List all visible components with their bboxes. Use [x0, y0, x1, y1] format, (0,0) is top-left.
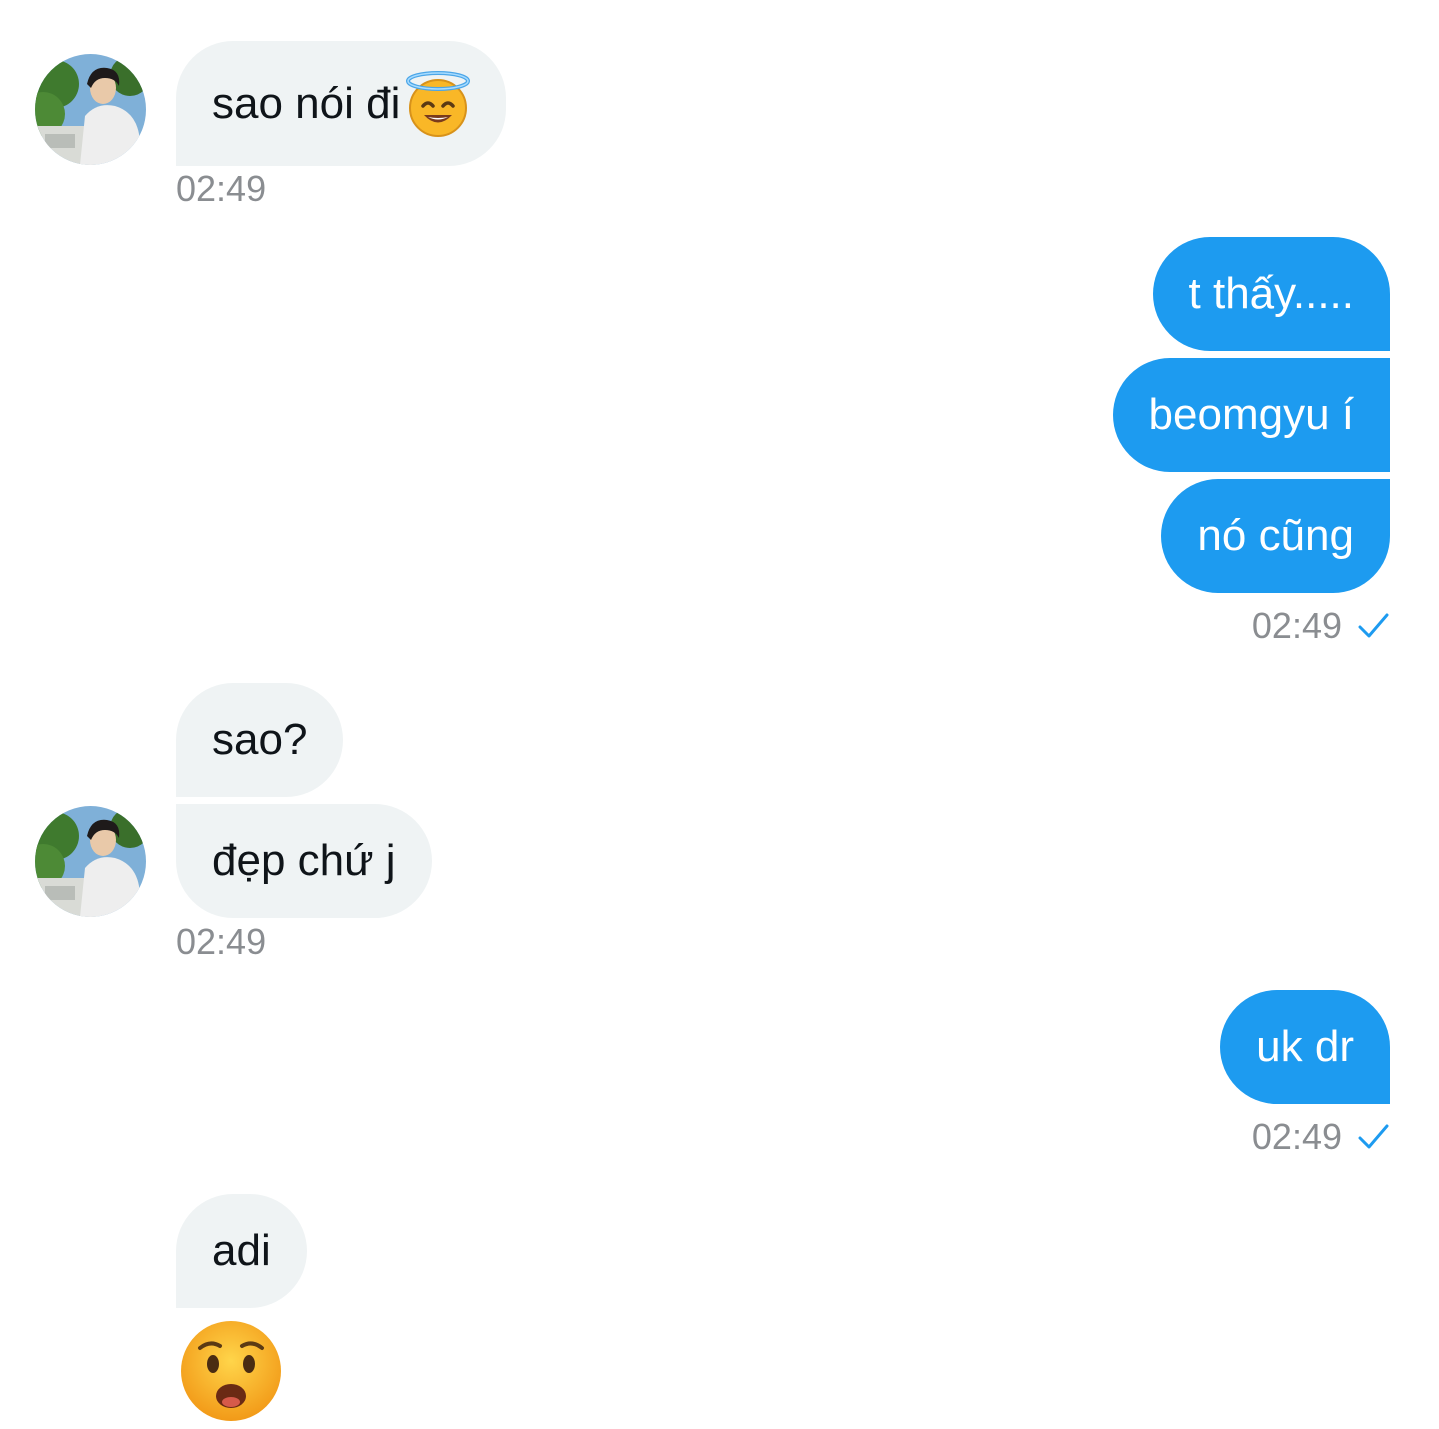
- avatar-photo: [35, 54, 146, 165]
- read-check-icon: [1358, 1124, 1389, 1149]
- sent-message-bubble[interactable]: t thấy.....: [1152, 237, 1390, 351]
- smiling-face-with-halo-icon: [406, 70, 471, 137]
- message-text: đẹp chứ j: [212, 836, 396, 885]
- message-timestamp: 02:49: [1252, 605, 1390, 647]
- read-check-icon: [1358, 613, 1389, 638]
- sent-message-bubble[interactable]: nó cũng: [1161, 479, 1390, 593]
- avatar-photo: [35, 806, 146, 917]
- message-timestamp: 02:49: [176, 168, 267, 209]
- avatar[interactable]: [35, 806, 146, 917]
- message-timestamp: 02:49: [176, 921, 267, 962]
- received-message-bubble[interactable]: adi: [176, 1194, 307, 1308]
- avatar[interactable]: [35, 54, 146, 165]
- message-text: adi: [212, 1226, 271, 1275]
- sent-message-bubble[interactable]: uk dr: [1220, 990, 1390, 1104]
- message-text: nó cũng: [1197, 511, 1354, 560]
- message-text: uk dr: [1256, 1022, 1354, 1071]
- message-timestamp: 02:49: [1252, 1116, 1390, 1158]
- message-text: sao?: [212, 715, 308, 764]
- received-message-bubble[interactable]: sao nói đi: [176, 41, 507, 166]
- sent-message-bubble[interactable]: beomgyu í: [1112, 358, 1390, 472]
- message-text: sao nói đi: [212, 78, 401, 128]
- received-message-bubble[interactable]: đẹp chứ j: [176, 804, 432, 918]
- message-text: t thấy.....: [1188, 269, 1354, 318]
- received-message-bubble[interactable]: sao?: [176, 683, 344, 797]
- message-text: beomgyu í: [1148, 390, 1354, 439]
- anguished-face-icon[interactable]: [178, 1318, 284, 1424]
